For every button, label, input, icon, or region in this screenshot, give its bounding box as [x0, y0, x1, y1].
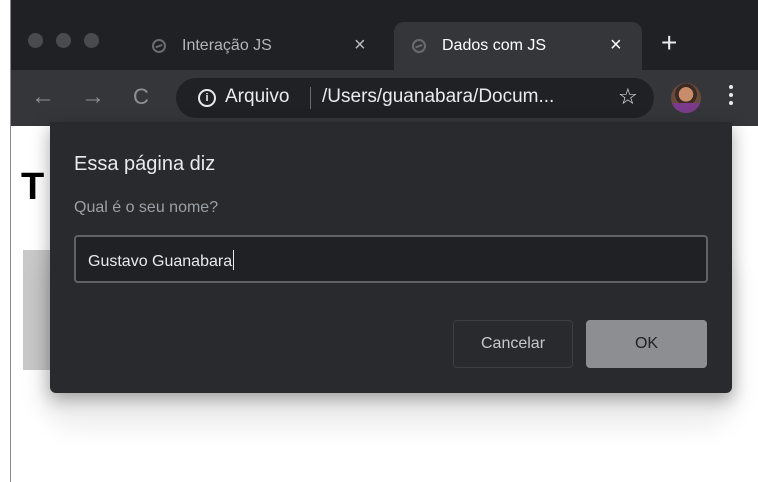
prompt-dialog: Essa página diz Qual é o seu nome? Gusta…: [50, 122, 732, 393]
input-value-text: Gustavo Guanabara: [88, 253, 233, 270]
tab-close-icon[interactable]: ×: [354, 33, 366, 57]
tab-dados-com-js[interactable]: Dados com JS ×: [394, 22, 642, 70]
bookmark-star-icon[interactable]: ☆: [618, 84, 638, 110]
tab-close-icon[interactable]: ×: [610, 33, 622, 57]
info-icon[interactable]: i: [198, 89, 216, 107]
cancel-button[interactable]: Cancelar: [453, 320, 573, 368]
profile-avatar[interactable]: [671, 83, 701, 113]
background-window-edge: [0, 0, 10, 482]
minimize-window-button[interactable]: [56, 33, 71, 48]
tab-interacao-js[interactable]: Interação JS ×: [136, 22, 394, 70]
dialog-message: Qual é o seu nome?: [74, 199, 219, 216]
ok-button[interactable]: OK: [586, 320, 707, 368]
maximize-window-button[interactable]: [84, 33, 99, 48]
name-input[interactable]: Gustavo Guanabara: [74, 235, 708, 283]
address-bar[interactable]: i Arquivo /Users/guanabara/Docum... ☆: [176, 78, 654, 118]
tab-title: Interação JS: [182, 37, 272, 54]
tab-strip: Interação JS × Dados com JS × +: [11, 0, 758, 70]
dialog-title: Essa página diz: [74, 153, 216, 175]
globe-icon: [412, 39, 426, 53]
back-arrow-icon[interactable]: ←: [31, 83, 55, 111]
tab-title: Dados com JS: [442, 37, 547, 54]
divider: [310, 87, 311, 109]
browser-window: Interação JS × Dados com JS × + ← → C i …: [11, 0, 758, 482]
url-text[interactable]: /Users/guanabara/Docum...: [322, 86, 554, 108]
forward-arrow-icon[interactable]: →: [81, 83, 105, 111]
menu-dots-icon[interactable]: [729, 85, 735, 109]
site-info-label[interactable]: Arquivo: [225, 86, 289, 108]
toolbar: ← → C i Arquivo /Users/guanabara/Docum..…: [11, 70, 758, 126]
globe-icon: [152, 39, 166, 53]
text-caret: [233, 250, 235, 270]
input-value: Gustavo Guanabara: [88, 250, 235, 271]
new-tab-button[interactable]: +: [661, 29, 677, 57]
reload-icon[interactable]: C: [133, 83, 149, 111]
page-heading: T: [21, 166, 45, 208]
close-window-button[interactable]: [28, 33, 43, 48]
